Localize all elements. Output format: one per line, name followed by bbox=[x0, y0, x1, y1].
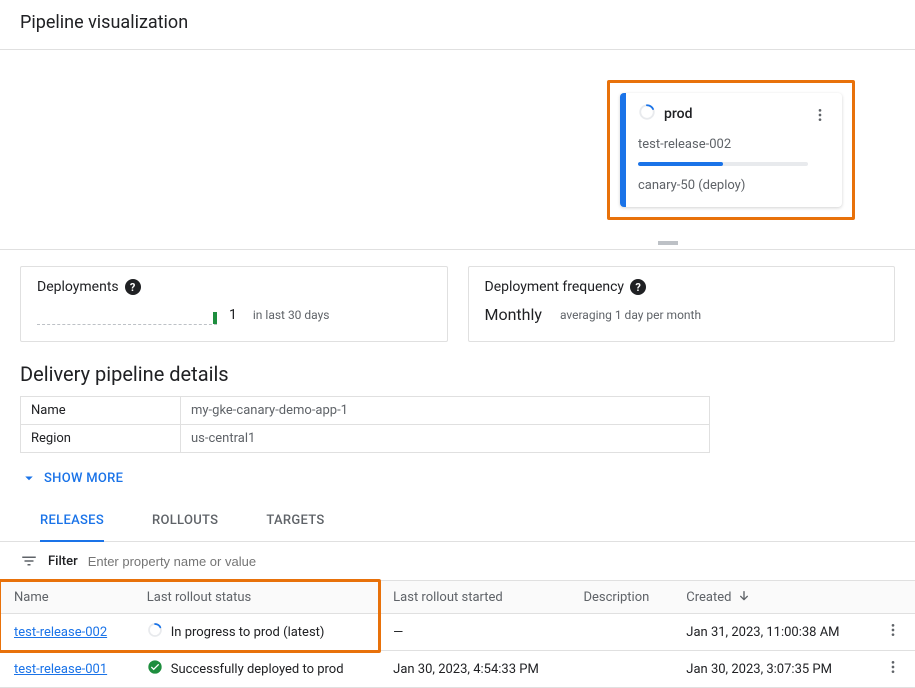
row-actions[interactable] bbox=[871, 651, 915, 688]
col-name[interactable]: Name bbox=[0, 581, 133, 614]
col-created[interactable]: Created bbox=[672, 581, 871, 614]
sparkline-bar bbox=[213, 312, 217, 324]
target-phase-label: canary-50 (deploy) bbox=[638, 178, 808, 193]
release-created: Jan 31, 2023, 11:00:38 AM bbox=[672, 614, 871, 651]
release-started: — bbox=[379, 614, 569, 651]
progress-bar bbox=[638, 162, 808, 166]
frequency-suffix: averaging 1 day per month bbox=[560, 308, 701, 322]
detail-value: my-gke-canary-demo-app-1 bbox=[181, 397, 710, 425]
highlight-annotation: prod test-release-002 canary-50 (deploy) bbox=[607, 80, 855, 220]
stat-frequency: Deployment frequency ? Monthly averaging… bbox=[468, 266, 896, 342]
release-name[interactable]: test-release-001 bbox=[0, 651, 133, 688]
release-status: Successfully deployed to prod bbox=[133, 651, 379, 688]
col-started[interactable]: Last rollout started bbox=[379, 581, 569, 614]
stat-deployments: Deployments ? 1 in last 30 days bbox=[20, 266, 448, 342]
sparkline bbox=[37, 305, 217, 325]
frequency-value: Monthly bbox=[485, 305, 542, 324]
deployments-count: 1 bbox=[229, 307, 237, 323]
pipeline-visualization: prod test-release-002 canary-50 (deploy) bbox=[0, 50, 915, 250]
deployments-suffix: in last 30 days bbox=[253, 308, 330, 322]
filter-input[interactable] bbox=[88, 554, 895, 569]
tab-rollouts[interactable]: ROLLOUTS bbox=[152, 503, 218, 541]
release-name[interactable]: test-release-002 bbox=[0, 614, 133, 651]
resize-handle-icon[interactable] bbox=[658, 241, 678, 245]
help-icon[interactable]: ? bbox=[630, 279, 646, 295]
details-heading: Delivery pipeline details bbox=[0, 342, 915, 396]
stat-label-deployments: Deployments bbox=[37, 279, 119, 295]
tab-releases[interactable]: RELEASES bbox=[40, 503, 104, 542]
col-description[interactable]: Description bbox=[569, 581, 672, 614]
show-more-button[interactable]: Show more bbox=[0, 453, 915, 503]
filter-label: Filter bbox=[48, 554, 78, 569]
check-circle-icon bbox=[147, 659, 163, 679]
more-vert-icon[interactable] bbox=[808, 103, 832, 127]
help-icon[interactable]: ? bbox=[125, 279, 141, 295]
row-actions[interactable] bbox=[871, 614, 915, 651]
target-release-label: test-release-002 bbox=[638, 137, 808, 152]
release-started: Jan 30, 2023, 4:54:33 PM bbox=[379, 651, 569, 688]
target-card-prod[interactable]: prod test-release-002 canary-50 (deploy) bbox=[620, 93, 842, 207]
filter-icon bbox=[20, 552, 38, 570]
col-created-label: Created bbox=[686, 590, 731, 605]
release-description bbox=[569, 651, 672, 688]
target-name: prod bbox=[664, 106, 692, 122]
release-description bbox=[569, 614, 672, 651]
releases-table: Name Last rollout status Last rollout st… bbox=[0, 581, 915, 688]
table-row: test-release-001Successfully deployed to… bbox=[0, 651, 915, 688]
detail-row: Regionus-central1 bbox=[21, 425, 710, 453]
detail-label: Region bbox=[21, 425, 181, 453]
details-table: Namemy-gke-canary-demo-app-1Regionus-cen… bbox=[20, 396, 710, 453]
stat-label-frequency: Deployment frequency bbox=[485, 279, 625, 295]
release-status: In progress to prod (latest) bbox=[133, 614, 379, 651]
col-status[interactable]: Last rollout status bbox=[133, 581, 379, 614]
chevron-down-icon bbox=[20, 469, 38, 487]
filter-row: Filter bbox=[0, 542, 915, 581]
spinner-icon bbox=[147, 622, 163, 642]
arrow-down-icon bbox=[736, 589, 752, 605]
progress-fill bbox=[638, 162, 723, 166]
tab-targets[interactable]: TARGETS bbox=[266, 503, 324, 541]
detail-row: Namemy-gke-canary-demo-app-1 bbox=[21, 397, 710, 425]
show-more-label: Show more bbox=[44, 471, 123, 486]
detail-value: us-central1 bbox=[181, 425, 710, 453]
release-created: Jan 30, 2023, 3:07:35 PM bbox=[672, 651, 871, 688]
spinner-icon bbox=[638, 103, 656, 125]
detail-label: Name bbox=[21, 397, 181, 425]
table-row: test-release-002In progress to prod (lat… bbox=[0, 614, 915, 651]
tabs: RELEASES ROLLOUTS TARGETS bbox=[0, 503, 915, 542]
page-title: Pipeline visualization bbox=[0, 0, 915, 50]
